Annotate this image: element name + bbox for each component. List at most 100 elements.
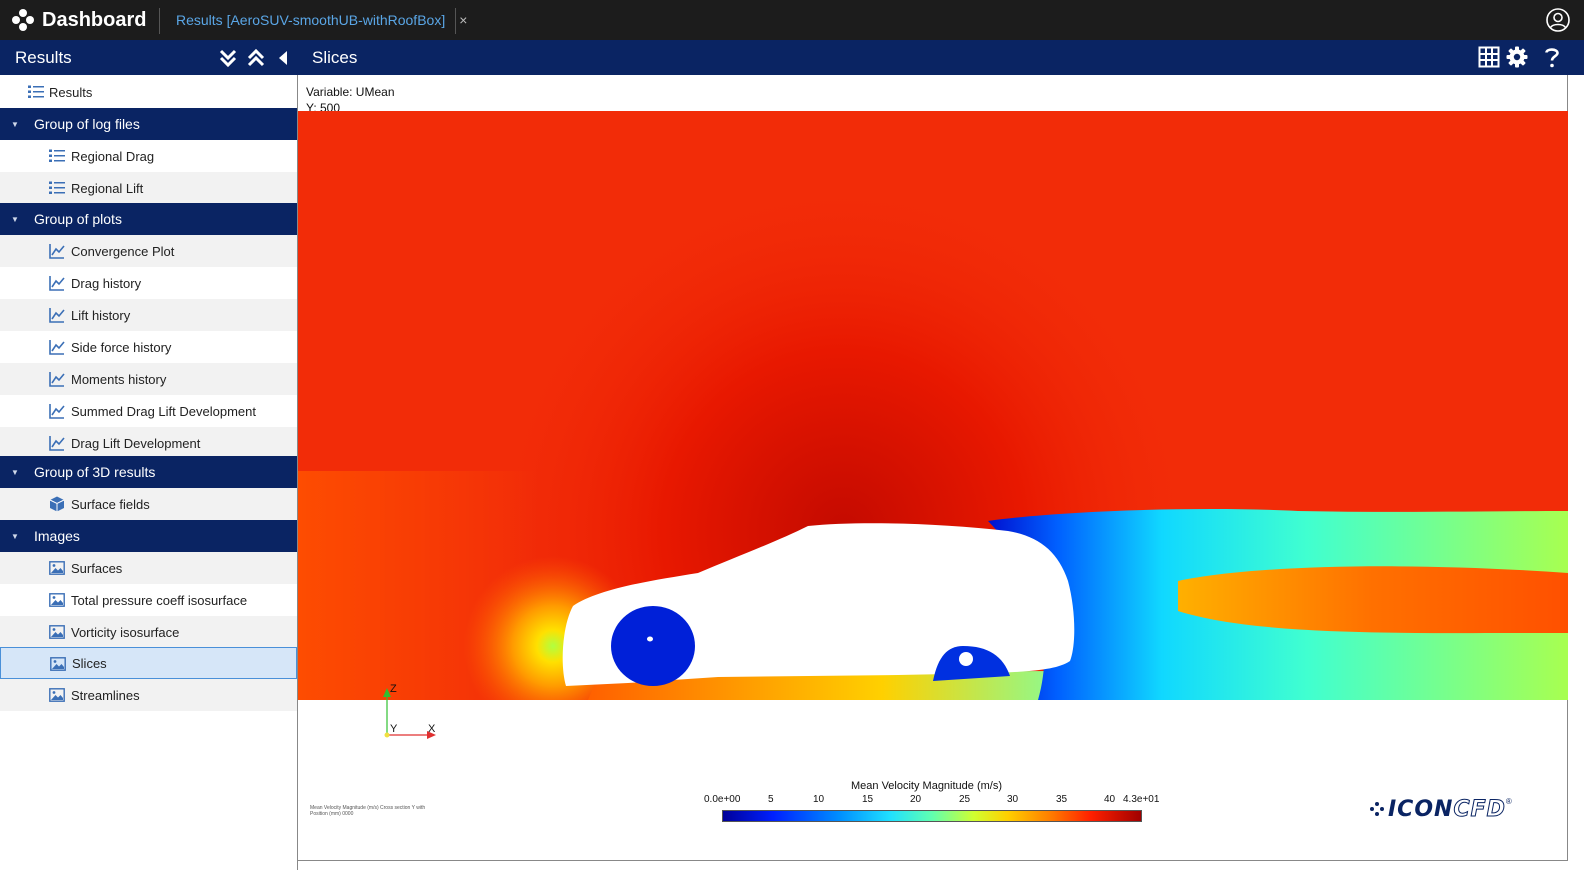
logo-text-cfd: CFD <box>1453 796 1506 822</box>
logo-registered-mark: ® <box>1505 797 1512 806</box>
colorbar-tick: 0.0e+00 <box>704 794 741 805</box>
colorbar-ticks: 0.0e+00 5 10 15 20 25 30 35 40 4.3e+01 <box>704 794 1159 808</box>
tree-item-label: Total pressure coeff isosurface <box>71 592 248 608</box>
colorbar <box>722 810 1142 822</box>
top-bar: Dashboard Results [AeroSUV-smoothUB-with… <box>0 0 1584 40</box>
image-caption: Mean Velocity Magnitude (m/s) Cross sect… <box>310 805 426 817</box>
colorbar-tick: 30 <box>1007 794 1019 805</box>
grid-icon[interactable] <box>1478 46 1500 68</box>
chart-line-icon <box>49 404 65 419</box>
collapse-panel-icon[interactable] <box>274 48 294 68</box>
tree-group-3d-results[interactable]: ▼ Group of 3D results <box>0 456 297 488</box>
tree-item-streamlines[interactable]: Streamlines <box>0 679 297 711</box>
tree-group-log-files[interactable]: ▼ Group of log files <box>0 108 297 140</box>
dashboard-title: Dashboard <box>42 8 147 31</box>
tree-item-label: Summed Drag Lift Development <box>71 403 256 419</box>
viewer-panel-header: Slices <box>298 40 1584 75</box>
colorbar-title: Mean Velocity Magnitude (m/s) <box>851 780 1003 792</box>
tree-group-label: Group of 3D results <box>34 464 156 480</box>
results-tree: Results ▼ Group of log files Regional Dr… <box>0 75 297 870</box>
cube-icon <box>49 496 65 512</box>
axis-x-label: X <box>428 723 436 735</box>
tree-group-label: Group of log files <box>34 116 140 132</box>
tree-item-label: Slices <box>72 655 107 671</box>
tree-item-label: Lift history <box>71 307 131 323</box>
caret-down-icon[interactable]: ▼ <box>11 468 19 477</box>
image-icon <box>49 593 65 607</box>
tree-item-label: Results <box>49 84 93 100</box>
user-account-icon[interactable] <box>1546 8 1570 32</box>
tree-item-label: Drag Lift Development <box>71 435 201 451</box>
collapse-all-icon[interactable] <box>246 48 266 68</box>
tree-item-regional-lift[interactable]: Regional Lift <box>0 172 297 204</box>
gear-icon[interactable] <box>1506 46 1528 68</box>
caret-down-icon[interactable]: ▼ <box>11 120 19 129</box>
chart-line-icon <box>49 436 65 451</box>
tab-label[interactable]: Results [AeroSUV-smoothUB-withRoofBox] <box>176 12 445 28</box>
tree-group-plots[interactable]: ▼ Group of plots <box>0 203 297 235</box>
dashboard-brand[interactable]: Dashboard <box>12 8 146 32</box>
viewer-panel-title: Slices <box>312 48 358 67</box>
list-icon <box>28 85 44 98</box>
colorbar-tick: 15 <box>862 794 874 805</box>
caret-down-icon[interactable]: ▼ <box>11 215 19 224</box>
divider <box>455 8 456 34</box>
tree-item-regional-drag[interactable]: Regional Drag <box>0 140 297 172</box>
tree-item-vorticity-isosurface[interactable]: Vorticity isosurface <box>0 616 297 648</box>
results-panel-header: Results <box>0 40 298 75</box>
tab-close-icon[interactable]: × <box>459 12 467 28</box>
tree-item-label: Surfaces <box>71 560 123 576</box>
tree-item-lift-history[interactable]: Lift history <box>0 299 297 331</box>
help-icon[interactable] <box>1544 46 1560 68</box>
tree-item-total-pressure-coeff-isosurface[interactable]: Total pressure coeff isosurface <box>0 584 297 616</box>
dashboard-logo-icon <box>12 9 34 31</box>
tree-item-label: Regional Drag <box>71 148 155 164</box>
image-icon <box>49 625 65 639</box>
tree-group-label: Group of plots <box>34 211 122 227</box>
iconcfd-logo-icon <box>1370 802 1384 816</box>
tree-item-side-force-history[interactable]: Side force history <box>0 331 297 363</box>
colorbar-tick: 4.3e+01 <box>1123 794 1160 805</box>
tree-item-drag-history[interactable]: Drag history <box>0 267 297 299</box>
variable-name: Variable: UMean <box>306 85 395 99</box>
colorbar-tick: 35 <box>1056 794 1068 805</box>
tree-item-moments-history[interactable]: Moments history <box>0 363 297 395</box>
tree-item-surface-fields[interactable]: Surface fields <box>0 488 297 520</box>
chart-line-icon <box>49 340 65 355</box>
tree-group-images[interactable]: ▼ Images <box>0 520 297 552</box>
colorbar-tick: 10 <box>813 794 825 805</box>
tree-item-slices[interactable]: Slices <box>0 647 297 679</box>
tree-item-label: Side force history <box>71 339 172 355</box>
tab-results[interactable]: Results [AeroSUV-smoothUB-withRoofBox] × <box>176 0 467 40</box>
tree-item-label: Vorticity isosurface <box>71 624 180 640</box>
colorbar-tick: 40 <box>1104 794 1116 805</box>
chart-line-icon <box>49 244 65 259</box>
iconcfd-logo: ICON CFD ® <box>1370 796 1512 822</box>
tree-item-summed-drag-lift-development[interactable]: Summed Drag Lift Development <box>0 395 297 427</box>
tree-item-label: Streamlines <box>71 687 140 703</box>
list-icon <box>49 181 65 194</box>
colorbar-tick: 5 <box>768 794 774 805</box>
tree-item-label: Drag history <box>71 275 142 291</box>
tree-item-label: Regional Lift <box>71 180 144 196</box>
image-icon <box>50 657 66 671</box>
tree-item-surfaces[interactable]: Surfaces <box>0 552 297 584</box>
colorbar-tick: 25 <box>959 794 971 805</box>
tree-item-convergence-plot[interactable]: Convergence Plot <box>0 235 297 267</box>
caret-down-icon[interactable]: ▼ <box>11 532 19 541</box>
chart-line-icon <box>49 276 65 291</box>
slice-image-viewer: Variable: UMean Y: 500 Z Y X Mean Veloci… <box>298 75 1568 861</box>
axis-z-label: Z <box>390 683 397 695</box>
tree-item-drag-lift-development[interactable]: Drag Lift Development <box>0 427 297 459</box>
image-icon <box>49 688 65 702</box>
divider <box>159 8 160 34</box>
expand-all-icon[interactable] <box>218 48 238 68</box>
tree-root-results[interactable]: Results <box>0 76 297 108</box>
axis-y-label: Y <box>390 723 398 735</box>
logo-text-icon: ICON <box>1388 796 1454 822</box>
image-icon <box>49 561 65 575</box>
results-panel-title: Results <box>15 48 72 67</box>
chart-line-icon <box>49 372 65 387</box>
tree-item-label: Moments history <box>71 371 167 387</box>
colorbar-tick: 20 <box>910 794 922 805</box>
